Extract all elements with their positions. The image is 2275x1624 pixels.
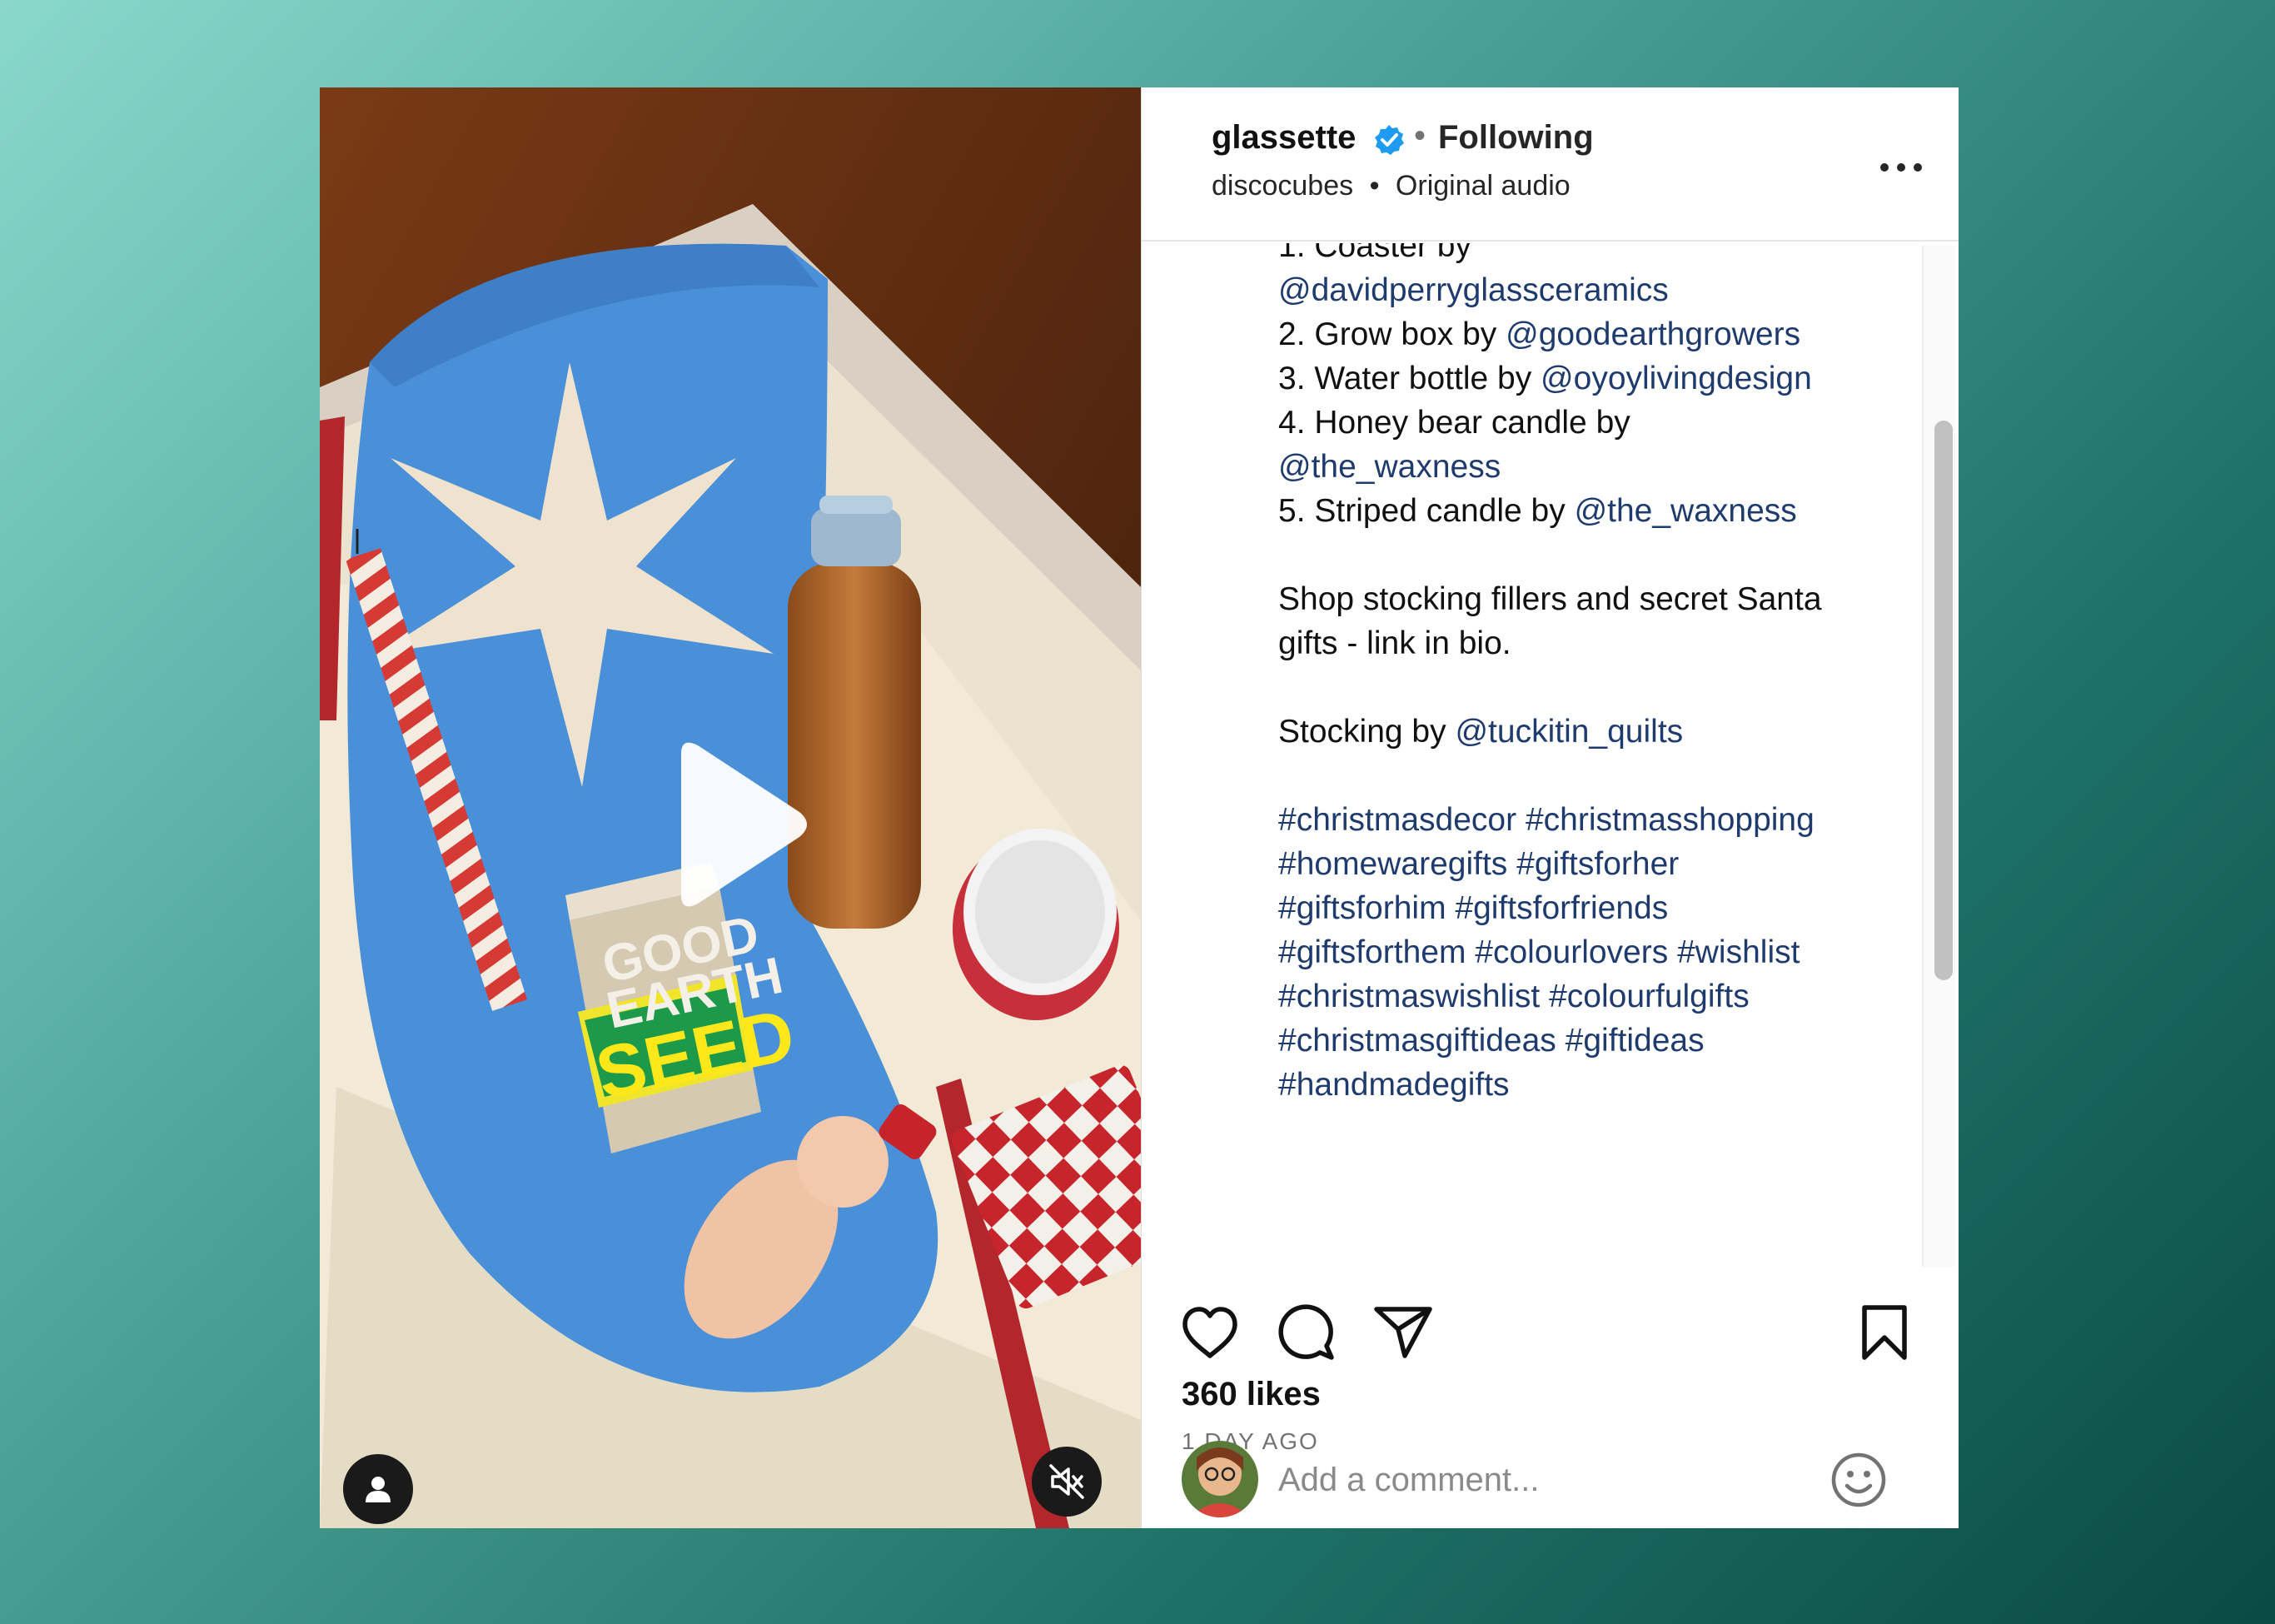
hashtag-link[interactable]: #giftsforher bbox=[1516, 846, 1679, 882]
mention-link[interactable]: @oyoylivingdesign bbox=[1541, 361, 1812, 396]
hashtag-line: #christmaswishlist #colourfulgifts bbox=[1278, 974, 1894, 1019]
hashtag-link[interactable]: #giftsforthem bbox=[1278, 934, 1466, 970]
heart-icon[interactable] bbox=[1180, 1306, 1240, 1361]
hashtag-line: #christmasdecor #christmasshopping bbox=[1278, 798, 1894, 842]
caption-line: @davidperryglassceramics bbox=[1278, 268, 1894, 312]
mention-link[interactable]: @davidperryglassceramics bbox=[1278, 272, 1669, 308]
caption-text: 3. Water bottle by bbox=[1278, 361, 1532, 396]
more-options-icon bbox=[1880, 163, 1922, 172]
caption-text: 4. Honey bear candle by bbox=[1278, 405, 1630, 441]
tagged-users-button[interactable] bbox=[343, 1454, 413, 1524]
hashtag-line: #giftsforthem #colourlovers #wishlist bbox=[1278, 930, 1894, 974]
hashtag-link[interactable]: #christmasdecor bbox=[1278, 802, 1516, 838]
caption-line: 1. Coaster by bbox=[1278, 243, 1894, 268]
caption-line: @the_waxness bbox=[1278, 445, 1894, 489]
play-icon bbox=[681, 742, 807, 907]
smiley-icon[interactable] bbox=[1829, 1451, 1888, 1509]
caption-line: 5. Striped candle by @the_waxness bbox=[1278, 489, 1894, 533]
caption-line: 2. Grow box by @goodearthgrowers bbox=[1278, 312, 1894, 356]
comment-input[interactable] bbox=[1278, 1453, 1811, 1507]
post-side-panel: glassette • Following discocubes • Origi… bbox=[1141, 87, 1959, 1528]
caption-text: Shop stocking fillers and secret Santa bbox=[1278, 581, 1822, 617]
hashtag-link[interactable]: #colourlovers bbox=[1475, 934, 1668, 970]
like-count[interactable]: 360 likes bbox=[1182, 1376, 1321, 1413]
mention-link[interactable]: @the_waxness bbox=[1278, 449, 1501, 485]
comment-bubble-icon[interactable] bbox=[1277, 1303, 1337, 1362]
hashtag-link[interactable]: #colourfulgifts bbox=[1549, 979, 1750, 1014]
hashtag-link[interactable]: #christmaswishlist bbox=[1278, 979, 1540, 1014]
verified-badge-icon bbox=[1375, 125, 1404, 155]
header-separator: • bbox=[1414, 117, 1426, 154]
following-button[interactable]: Following bbox=[1438, 119, 1594, 157]
hashtag-line: #giftsforhim #giftsforfriends bbox=[1278, 886, 1894, 930]
mention-link[interactable]: @goodearthgrowers bbox=[1506, 316, 1800, 352]
paper-plane-icon[interactable] bbox=[1373, 1304, 1433, 1361]
mention-link[interactable]: @the_waxness bbox=[1575, 493, 1797, 529]
audio-link[interactable]: Original audio bbox=[1396, 170, 1571, 202]
hashtag-line: #homewaregifts #giftsforher bbox=[1278, 842, 1894, 886]
caption-line: Stocking by @tuckitin_quilts bbox=[1278, 710, 1894, 754]
caption-text: 1. Coaster by bbox=[1278, 243, 1471, 264]
post-modal: GOOD EARTH SEED glassette • Following di… bbox=[320, 87, 1959, 1528]
bookmark-icon[interactable] bbox=[1859, 1303, 1909, 1362]
caption-line: Shop stocking fillers and secret Santa bbox=[1278, 577, 1894, 621]
post-subheader: discocubes • Original audio bbox=[1212, 170, 1571, 202]
caption-scrollbar-thumb[interactable] bbox=[1934, 421, 1953, 980]
caption-text: 5. Striped candle by bbox=[1278, 493, 1566, 529]
collab-username[interactable]: discocubes bbox=[1212, 170, 1353, 202]
post-video[interactable]: GOOD EARTH SEED bbox=[320, 87, 1141, 1528]
caption-line: gifts - link in bio. bbox=[1278, 621, 1894, 665]
hashtag-link[interactable]: #christmasshopping bbox=[1526, 802, 1815, 838]
caption-line: 3. Water bottle by @oyoylivingdesign bbox=[1278, 356, 1894, 401]
mute-toggle-button[interactable] bbox=[1032, 1447, 1102, 1517]
avatar[interactable] bbox=[1182, 1441, 1258, 1517]
hashtag-link[interactable]: #handmadegifts bbox=[1278, 1067, 1510, 1103]
hashtag-link[interactable]: #christmasgiftideas bbox=[1278, 1023, 1556, 1059]
hashtag-link[interactable]: #wishlist bbox=[1677, 934, 1800, 970]
caption-line: 4. Honey bear candle by bbox=[1278, 401, 1894, 445]
caption-text: Stocking by bbox=[1278, 714, 1446, 750]
post-header: glassette • Following discocubes • Origi… bbox=[1142, 87, 1959, 242]
caption-text: 2. Grow box by bbox=[1278, 316, 1497, 352]
hashtag-link[interactable]: #giftideas bbox=[1566, 1023, 1705, 1059]
hashtag-line: #handmadegifts bbox=[1278, 1063, 1894, 1107]
mention-link[interactable]: @tuckitin_quilts bbox=[1455, 714, 1683, 750]
hashtag-link[interactable]: #giftsforhim bbox=[1278, 890, 1446, 926]
hashtag-link[interactable]: #giftsforfriends bbox=[1455, 890, 1668, 926]
user-icon bbox=[366, 1477, 391, 1502]
play-button[interactable] bbox=[651, 729, 818, 920]
post-caption: 1. Coaster by @davidperryglassceramics 2. … bbox=[1278, 243, 1894, 1107]
caption-text: gifts - link in bio. bbox=[1278, 625, 1511, 661]
caption-scroll-area[interactable]: 1. Coaster by @davidperryglassceramics 2. … bbox=[1142, 243, 1959, 1264]
author-username[interactable]: glassette bbox=[1212, 119, 1356, 157]
hashtag-link[interactable]: #homewaregifts bbox=[1278, 846, 1507, 882]
more-options-button[interactable] bbox=[1871, 137, 1931, 197]
avatar-image bbox=[1182, 1441, 1258, 1517]
subheader-separator: • bbox=[1369, 170, 1380, 202]
hashtag-line: #christmasgiftideas #giftideas bbox=[1278, 1019, 1894, 1063]
speaker-muted-icon bbox=[1049, 1464, 1084, 1499]
